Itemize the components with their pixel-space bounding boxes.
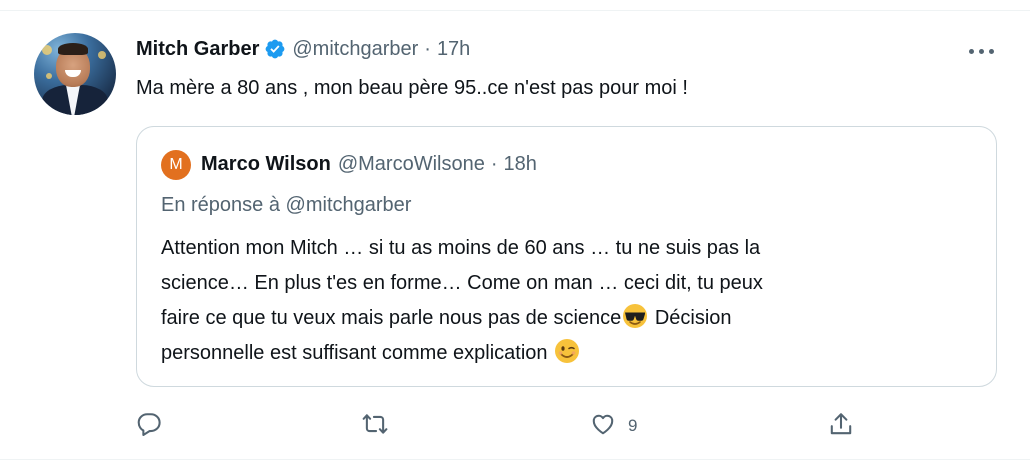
- quoted-text-line: faire ce que tu veux mais parle nous pas…: [161, 301, 981, 336]
- winking-face-icon: [553, 337, 581, 365]
- retweet-icon: [362, 411, 388, 442]
- quoted-author-name[interactable]: Marco Wilson: [201, 153, 331, 176]
- separator-dot: ·: [424, 37, 431, 60]
- like-button[interactable]: 9: [590, 408, 637, 444]
- author-avatar[interactable]: [34, 33, 116, 115]
- tweet-header: Mitch Garber @mitchgarber · 17h: [136, 34, 470, 64]
- like-icon: [590, 411, 616, 442]
- more-options-icon[interactable]: [964, 40, 998, 62]
- quoted-text-segment: Décision: [649, 307, 732, 329]
- retweet-button[interactable]: [362, 408, 388, 444]
- quoted-text-line: personnelle est suffisant comme explicat…: [161, 336, 981, 371]
- share-icon: [828, 411, 854, 442]
- quoted-tweet-card[interactable]: M Marco Wilson @MarcoWilsone · 18h En ré…: [136, 126, 997, 387]
- quoted-text-segment: personnelle est suffisant comme explicat…: [161, 342, 554, 364]
- quoted-tweet-timestamp[interactable]: 18h: [504, 153, 537, 176]
- author-name[interactable]: Mitch Garber: [136, 38, 259, 61]
- reply-button[interactable]: [136, 408, 162, 444]
- top-divider: [0, 10, 1030, 11]
- quoted-tweet-text: Attention mon Mitch … si tu as moins de …: [161, 231, 981, 371]
- reply-context: En réponse à @mitchgarber: [161, 194, 412, 216]
- author-handle[interactable]: @mitchgarber: [292, 38, 418, 61]
- smiling-face-with-sunglasses-icon: [621, 302, 649, 330]
- quoted-text-line: Attention mon Mitch … si tu as moins de …: [161, 237, 761, 259]
- quoted-text-segment: faire ce que tu veux mais parle nous pas…: [161, 307, 622, 329]
- reply-icon: [136, 411, 162, 442]
- quoted-tweet-header: Marco Wilson @MarcoWilsone · 18h: [201, 149, 537, 179]
- tweet-text: Ma mère a 80 ans , mon beau père 95..ce …: [136, 77, 688, 99]
- quoted-author-avatar[interactable]: M: [161, 150, 191, 180]
- separator-dot: ·: [490, 152, 498, 175]
- like-count: 9: [628, 416, 638, 435]
- bottom-divider: [0, 459, 1030, 460]
- tweet-timestamp[interactable]: 17h: [437, 38, 470, 61]
- verified-badge-icon: [264, 38, 286, 60]
- share-button[interactable]: [828, 408, 854, 444]
- tweet-actions-bar: 9: [136, 408, 866, 444]
- quoted-text-line: science… En plus t'es en forme… Come on …: [161, 272, 763, 294]
- quoted-author-handle[interactable]: @MarcoWilsone: [338, 153, 485, 176]
